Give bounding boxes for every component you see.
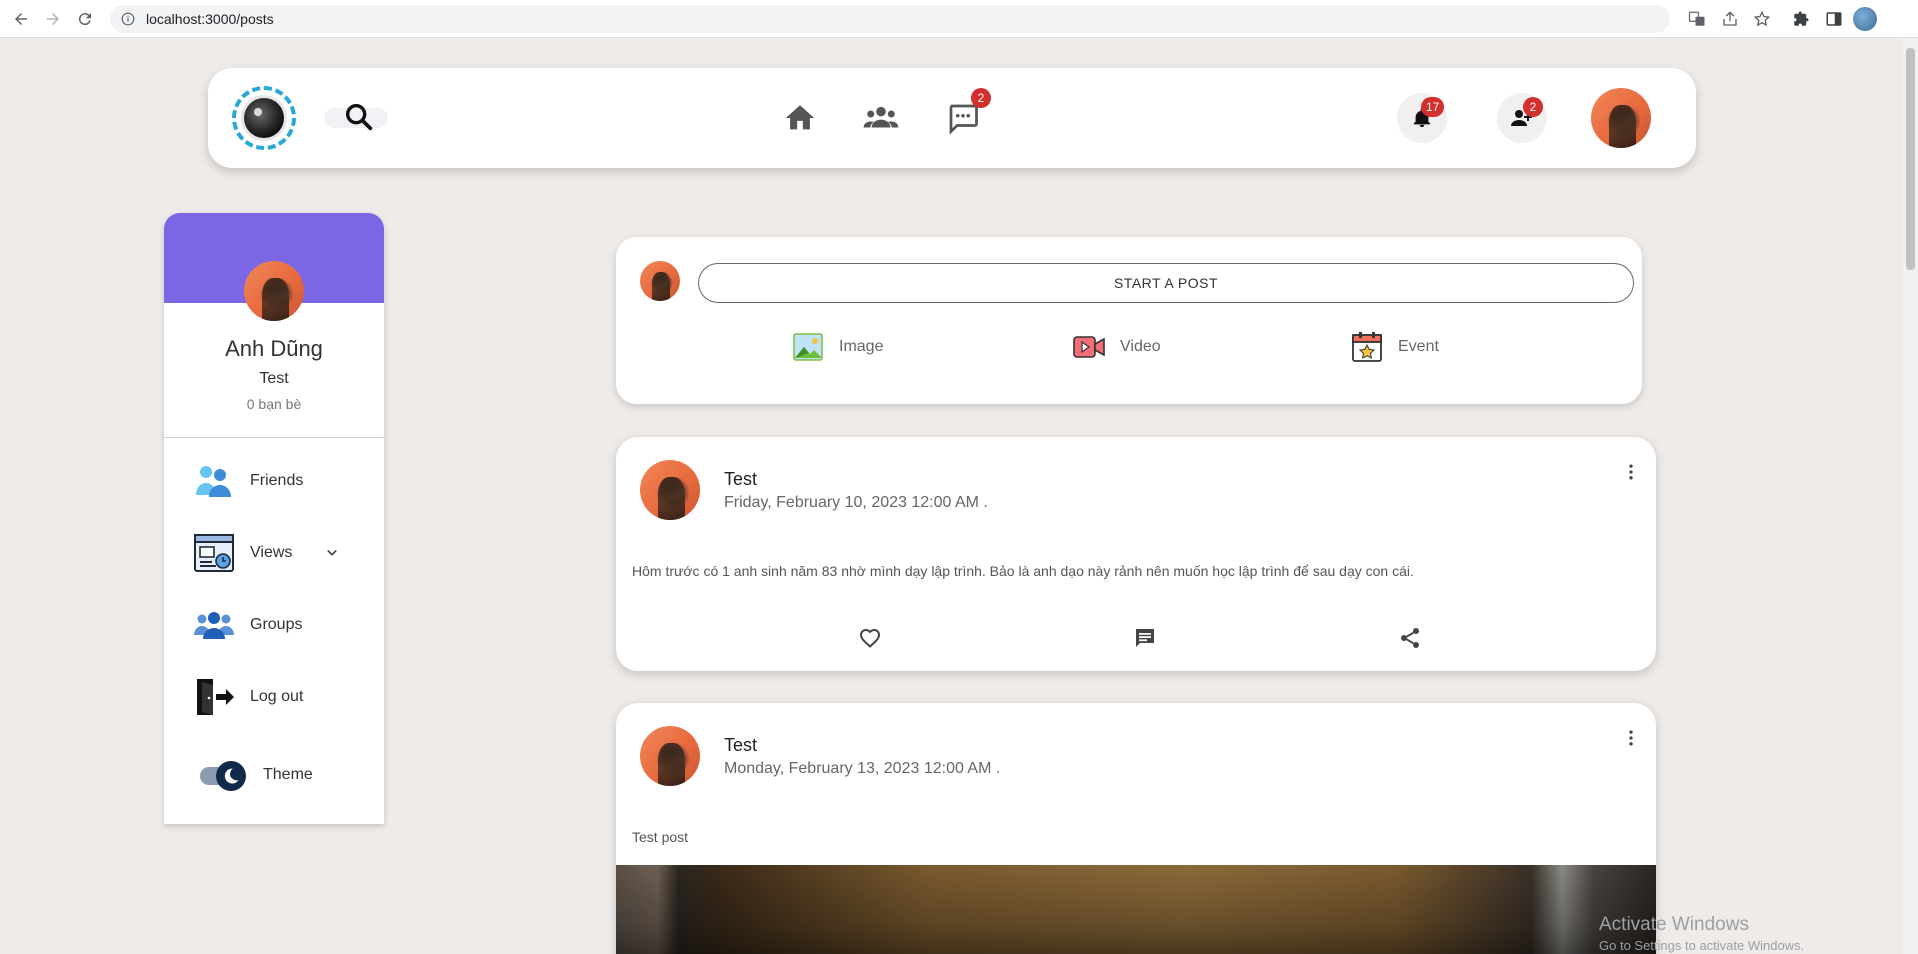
user-avatar-button[interactable]	[1591, 88, 1651, 148]
sidebar-item-label: Groups	[250, 616, 303, 633]
add-image-label: Image	[839, 338, 884, 355]
browser-profile-avatar[interactable]	[1853, 7, 1877, 31]
theme-toggle[interactable]	[200, 761, 250, 791]
sidebar-item-label: Views	[250, 544, 293, 561]
add-event-label: Event	[1398, 338, 1439, 355]
page-scrollbar[interactable]	[1903, 38, 1918, 954]
puzzle-icon	[1794, 11, 1809, 26]
profile-friends-count: 0 bạn bè	[246, 396, 302, 412]
bookmark-button[interactable]	[1750, 7, 1774, 31]
sidebar-item-friends[interactable]: Friends	[194, 459, 364, 503]
post-text: Test post	[632, 829, 689, 845]
start-post-button[interactable]: START A POST	[698, 263, 1634, 303]
post-author-avatar[interactable]	[640, 460, 700, 520]
video-icon	[1072, 330, 1106, 364]
notifications-button[interactable]: 17	[1397, 93, 1447, 143]
app-header: 2 17 2	[208, 68, 1696, 168]
messages-badge: 2	[971, 88, 991, 108]
share-icon	[1401, 628, 1419, 648]
friends-icon	[194, 461, 234, 501]
moon-icon	[216, 761, 246, 791]
add-video-label: Video	[1120, 338, 1161, 355]
post-options-button[interactable]	[1616, 723, 1646, 753]
like-button[interactable]	[853, 621, 887, 655]
watermark-title: Activate Windows	[1599, 914, 1749, 935]
url-text: localhost:3000/posts	[146, 11, 274, 27]
sidebar-item-label: Friends	[250, 472, 304, 489]
post-author[interactable]: Test	[724, 469, 757, 490]
back-arrow-icon	[15, 13, 27, 25]
scrollbar-thumb[interactable]	[1906, 48, 1915, 270]
watermark-subtitle: Go to Settings to activate Windows.	[1599, 938, 1805, 953]
search-box[interactable]	[324, 103, 388, 131]
home-icon	[785, 105, 815, 130]
friend-requests-button[interactable]: 2	[1497, 93, 1547, 143]
more-vert-icon	[1629, 464, 1633, 480]
chevron-down-icon[interactable]	[322, 543, 342, 563]
sidebar-item-groups[interactable]: Groups	[194, 603, 364, 647]
post-author-avatar[interactable]	[640, 726, 700, 786]
share-button[interactable]	[1393, 621, 1427, 655]
groups-nav-button[interactable]	[861, 98, 901, 138]
profile-role: Test	[259, 370, 289, 387]
messages-nav-button[interactable]: 2	[943, 88, 991, 138]
post-text: Hôm trước có 1 anh sinh năm 83 nhờ mình …	[632, 563, 1414, 579]
translate-button[interactable]	[1685, 7, 1709, 31]
post-author[interactable]: Test	[724, 735, 757, 756]
groups-icon	[194, 605, 234, 645]
post-options-button[interactable]	[1616, 457, 1646, 487]
extensions-button[interactable]	[1789, 7, 1813, 31]
profile-card: Anh Dũng Test 0 bạn bè Friends Views Gro…	[164, 213, 384, 824]
app-logo[interactable]	[232, 86, 296, 150]
profile-avatar[interactable]	[244, 261, 304, 321]
post-date: Friday, February 10, 2023 12:00 AM .	[724, 494, 988, 511]
composer-avatar	[640, 261, 680, 301]
star-icon	[1753, 10, 1771, 27]
share-button[interactable]	[1718, 7, 1742, 31]
reload-icon	[78, 13, 91, 26]
sidebar-item-label: Log out	[250, 688, 304, 705]
post-date: Monday, February 13, 2023 12:00 AM .	[724, 760, 1001, 777]
comment-icon	[1136, 629, 1154, 647]
views-icon	[194, 533, 234, 573]
sidebar-item-views[interactable]: Views	[194, 531, 364, 575]
activation-watermark: Activate Windows Go to Settings to activ…	[1599, 914, 1804, 953]
comment-button[interactable]	[1128, 621, 1162, 655]
post-card: Test Monday, February 13, 2023 12:00 AM …	[616, 703, 1656, 954]
share-page-icon	[1723, 11, 1737, 26]
notifications-badge: 17	[1421, 97, 1445, 117]
post-card: Test Friday, February 10, 2023 12:00 AM …	[616, 437, 1656, 671]
back-button[interactable]	[9, 7, 33, 31]
sidebar-item-logout[interactable]: Log out	[194, 675, 364, 719]
people-icon	[863, 106, 899, 128]
camera-lens-icon	[244, 98, 284, 138]
address-bar[interactable]: localhost:3000/posts	[110, 5, 1670, 33]
event-icon	[1350, 330, 1384, 364]
add-event-button[interactable]: Event	[1350, 329, 1439, 365]
translate-icon	[1688, 11, 1705, 26]
profile-name: Anh Dũng	[225, 336, 323, 361]
search-icon[interactable]	[342, 100, 376, 134]
forward-button[interactable]	[41, 7, 65, 31]
more-vert-icon	[1629, 730, 1633, 746]
site-info-icon[interactable]	[120, 11, 136, 27]
theme-label: Theme	[263, 766, 313, 783]
image-icon	[791, 330, 825, 364]
add-video-button[interactable]: Video	[1072, 329, 1161, 365]
profile-divider	[164, 437, 384, 438]
browser-toolbar: localhost:3000/posts	[0, 0, 1918, 38]
add-image-button[interactable]: Image	[791, 329, 883, 365]
post-image[interactable]	[616, 865, 1656, 954]
heart-icon	[859, 628, 881, 648]
post-composer: START A POST Image Video Event	[616, 237, 1642, 404]
home-nav-button[interactable]	[780, 98, 820, 138]
side-panel-button[interactable]	[1822, 7, 1846, 31]
logout-icon	[194, 677, 234, 717]
friend-requests-badge: 2	[1523, 97, 1543, 117]
forward-arrow-icon	[47, 13, 59, 25]
side-panel-icon	[1826, 12, 1842, 26]
reload-button[interactable]	[73, 7, 97, 31]
